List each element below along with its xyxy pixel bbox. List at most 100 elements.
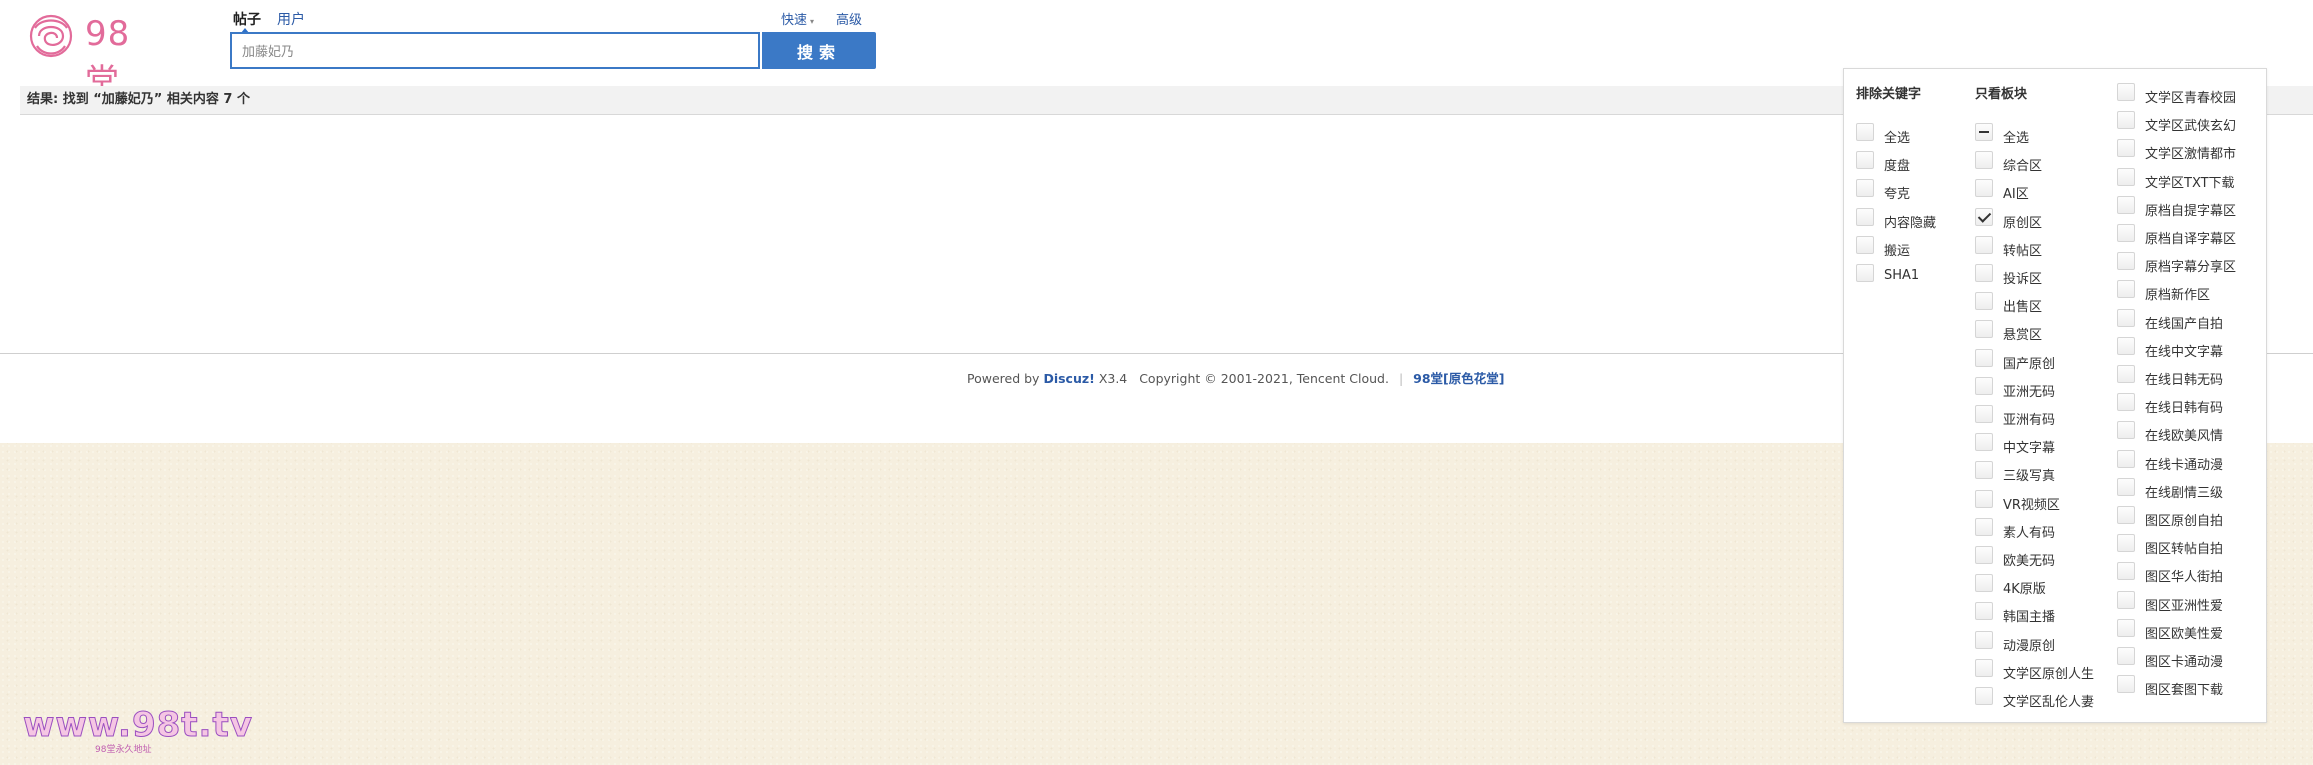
more-forum-checkbox[interactable] xyxy=(2117,534,2135,553)
only-forum-checkbox[interactable] xyxy=(1975,433,1993,452)
watermark-subtitle: 98堂永久地址 xyxy=(95,745,152,755)
chevron-down-icon: ▾ xyxy=(810,17,815,26)
exclude-option-label: 内容隐藏 xyxy=(1884,215,1937,231)
only-forum-checkbox[interactable] xyxy=(1975,179,1993,198)
exclude-checkbox[interactable] xyxy=(1856,151,1874,170)
only-forum-checkbox[interactable] xyxy=(1975,405,1993,423)
only-forum-checkbox[interactable] xyxy=(1975,151,1993,170)
exclude-checkbox[interactable] xyxy=(1856,207,1874,226)
only-forum-checkbox[interactable] xyxy=(1975,658,1993,677)
more-forum-option-label: 文学区武侠玄幻 xyxy=(2145,119,2237,135)
exclude-checkbox[interactable] xyxy=(1856,235,1874,254)
only-forum-checkbox[interactable] xyxy=(1975,264,1993,282)
only-forum-checkbox[interactable] xyxy=(1975,207,1993,226)
more-forum-checkbox[interactable] xyxy=(2117,167,2135,186)
more-forum-checkbox[interactable] xyxy=(2117,224,2135,242)
only-forum-checkbox[interactable] xyxy=(1975,546,1993,564)
only-forum-option-label: 悬赏区 xyxy=(2003,328,2043,344)
more-forum-checkbox[interactable] xyxy=(2117,647,2135,665)
more-forum-option-label: 在线卡通动漫 xyxy=(2145,457,2224,473)
exclude-checkbox[interactable] xyxy=(1856,179,1874,198)
more-forum-checkbox[interactable] xyxy=(2117,618,2135,637)
only-forum-option-label: 投诉区 xyxy=(2003,272,2043,287)
only-forum-option-label: VR视频区 xyxy=(2003,497,2060,513)
search-input[interactable] xyxy=(232,34,758,67)
exclude-option-label: SHA1 xyxy=(1884,268,1920,283)
footer-separator: | xyxy=(1398,371,1404,386)
more-forum-option-label: 图区转帖自拍 xyxy=(2145,542,2224,558)
more-forum-checkbox[interactable] xyxy=(2117,393,2135,412)
tab-users[interactable]: 用户 xyxy=(277,9,305,29)
more-forum-checkbox[interactable] xyxy=(2117,308,2135,327)
exclude-option-label: 夸克 xyxy=(1884,187,1911,203)
copyright-text: Copyright © 2001-2021, Tencent Cloud. xyxy=(1139,371,1389,386)
only-forum-checkbox[interactable] xyxy=(1975,235,1993,254)
watermark-logo: www.98t.tv xyxy=(23,705,253,746)
only-forum-checkbox[interactable] xyxy=(1975,320,1993,339)
more-forum-option-label: 原档自译字幕区 xyxy=(2145,232,2237,247)
only-forum-option-label: 4K原版 xyxy=(2003,582,2046,598)
quick-search-label: 快速 xyxy=(781,13,808,28)
more-forum-checkbox[interactable] xyxy=(2117,449,2135,468)
only-forum-checkbox[interactable] xyxy=(1975,687,1993,705)
footer: Powered by Discuz! X3.4 Copyright © 2001… xyxy=(967,368,1504,387)
more-forum-option-label: 图区欧美性爱 xyxy=(2145,626,2224,642)
only-forum-option-label: 动漫原创 xyxy=(2003,638,2056,654)
more-forum-checkbox[interactable] xyxy=(2117,111,2135,130)
more-forum-checkbox[interactable] xyxy=(2117,139,2135,158)
more-forum-checkbox[interactable] xyxy=(2117,252,2135,271)
exclude-checkbox[interactable] xyxy=(1856,123,1874,141)
more-forum-option-label: 文学区TXT下载 xyxy=(2145,175,2235,191)
more-forum-checkbox[interactable] xyxy=(2117,477,2135,496)
more-forum-checkbox[interactable] xyxy=(2117,365,2135,383)
more-forum-checkbox[interactable] xyxy=(2117,195,2135,214)
site-logo[interactable]: 98堂 xyxy=(25,12,155,102)
only-forum-option-label: AI区 xyxy=(2003,187,2029,203)
only-forum-checkbox[interactable] xyxy=(1975,461,1993,480)
more-forum-checkbox[interactable] xyxy=(2117,421,2135,440)
only-forum-option-label: 出售区 xyxy=(2003,300,2043,316)
only-forum-checkbox[interactable] xyxy=(1975,123,1993,141)
more-forum-option-label: 原档新作区 xyxy=(2145,288,2211,304)
more-forum-option-label: 文学区青春校园 xyxy=(2145,91,2237,106)
only-forum-option-label: 韩国主播 xyxy=(2003,610,2056,626)
advanced-search-link[interactable]: 高级 xyxy=(836,9,862,28)
only-forum-checkbox[interactable] xyxy=(1975,574,1993,593)
exclude-option-label: 搬运 xyxy=(1884,243,1911,259)
filter-panel: 排除关键字 全选 度盘 夸克 内容隐藏 搬运 SHA1 只看板块 全选 综合区 AI区 原创区转… xyxy=(1843,68,2267,723)
more-forum-option-label: 在线国产自拍 xyxy=(2145,316,2224,332)
only-forum-option-label: 亚洲有码 xyxy=(2003,413,2056,428)
exclude-keywords-title: 排除关键字 xyxy=(1856,87,1922,102)
more-forum-option-label: 在线剧情三级 xyxy=(2145,485,2224,501)
only-forum-checkbox[interactable] xyxy=(1975,602,1993,621)
search-box xyxy=(230,32,760,69)
quick-search-dropdown[interactable]: 快速 ▾ xyxy=(781,9,814,28)
only-forum-option-label: 中文字幕 xyxy=(2003,441,2056,457)
more-forum-checkbox[interactable] xyxy=(2117,590,2135,609)
only-forum-checkbox[interactable] xyxy=(1975,376,1993,395)
discuz-link[interactable]: Discuz! xyxy=(1043,371,1094,386)
powered-by-text: Powered by xyxy=(967,371,1040,386)
more-forum-checkbox[interactable] xyxy=(2117,83,2135,101)
more-forum-option-label: 图区卡通动漫 xyxy=(2145,655,2224,670)
more-forum-checkbox[interactable] xyxy=(2117,506,2135,524)
more-forum-option-label: 原档自提字幕区 xyxy=(2145,203,2237,219)
only-forum-checkbox[interactable] xyxy=(1975,348,1993,367)
tab-posts[interactable]: 帖子 xyxy=(233,9,261,33)
exclude-checkbox[interactable] xyxy=(1856,264,1874,282)
search-button[interactable]: 搜索 xyxy=(762,32,876,69)
more-forum-checkbox[interactable] xyxy=(2117,280,2135,299)
more-forum-option-label: 在线日韩有码 xyxy=(2145,401,2224,417)
more-forum-option-label: 图区亚洲性爱 xyxy=(2145,598,2224,614)
more-forum-checkbox[interactable] xyxy=(2117,562,2135,581)
site-name-link[interactable]: 98堂[原色花堂] xyxy=(1413,371,1504,386)
more-forum-checkbox[interactable] xyxy=(2117,675,2135,694)
only-forum-checkbox[interactable] xyxy=(1975,517,1993,536)
only-forum-option-label: 文学区原创人生 xyxy=(2003,666,2095,682)
only-forum-checkbox[interactable] xyxy=(1975,292,1993,311)
only-forum-option-label: 亚洲无码 xyxy=(2003,384,2056,400)
only-forum-option-label: 综合区 xyxy=(2003,159,2043,175)
more-forum-checkbox[interactable] xyxy=(2117,336,2135,355)
only-forum-checkbox[interactable] xyxy=(1975,630,1993,649)
only-forum-checkbox[interactable] xyxy=(1975,489,1993,508)
